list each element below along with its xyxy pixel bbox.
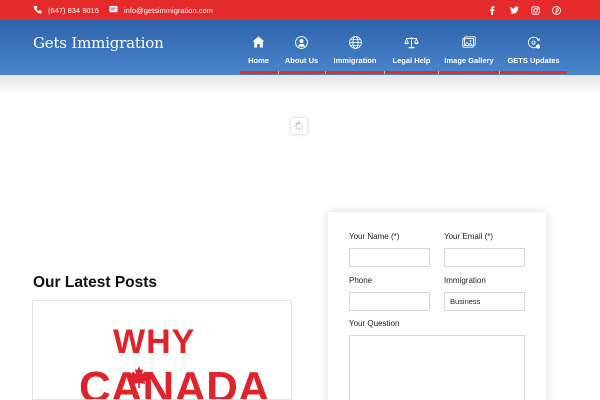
maple-leaf-icon — [127, 365, 151, 394]
site-logo[interactable]: Gets Immigration — [33, 34, 164, 52]
nav-about-us[interactable]: About Us — [278, 20, 325, 74]
scales-icon — [404, 34, 419, 50]
immigration-select[interactable]: Business — [444, 292, 525, 311]
nav-gets-updates[interactable]: GETS Updates — [500, 20, 567, 74]
phone-icon — [33, 1, 42, 19]
loading-spinner-icon — [291, 118, 307, 134]
header-shadow — [0, 75, 600, 97]
email-address: info@getsimmigration.com — [124, 5, 213, 15]
email-input[interactable] — [444, 248, 525, 267]
phone-contact[interactable]: (647) 834 9016 — [33, 4, 99, 16]
nav-divider — [325, 71, 326, 74]
nav-legal-help[interactable]: Legal Help — [385, 20, 438, 74]
nav-active-bar — [240, 71, 567, 74]
nav-label-gets-updates: GETS Updates — [507, 56, 560, 65]
immigration-label: Immigration — [444, 276, 486, 285]
latest-posts-heading: Our Latest Posts — [33, 274, 158, 291]
nav-divider — [499, 71, 500, 74]
nav-divider — [438, 71, 439, 74]
post-card[interactable]: WHY CANADA — [32, 300, 292, 400]
question-textarea[interactable] — [349, 335, 525, 400]
phone-number: (647) 834 9016 — [48, 5, 99, 15]
nav-label-immigration: Immigration — [333, 56, 377, 65]
nav-label-legal-help: Legal Help — [392, 56, 431, 65]
nav-label-home: Home — [248, 56, 269, 65]
post-image-text-canada: CANADA — [79, 363, 270, 400]
phone-input[interactable] — [349, 292, 430, 311]
top-bar: (647) 834 9016 info@getsimmigration.com — [0, 0, 600, 20]
immigration-selected-value: Business — [450, 297, 481, 306]
nav-label-image-gallery: Image Gallery — [444, 56, 494, 65]
email-contact[interactable]: info@getsimmigration.com — [109, 4, 213, 16]
nav-image-gallery[interactable]: Image Gallery — [439, 20, 499, 74]
name-input[interactable] — [349, 248, 430, 267]
nav-divider — [278, 71, 279, 74]
updates-icon — [527, 34, 541, 50]
name-label: Your Name (*) — [349, 232, 400, 241]
email-icon — [109, 1, 118, 19]
twitter-icon[interactable] — [508, 4, 520, 16]
user-icon — [295, 34, 308, 50]
enquiry-form: Your Name (*) Your Email (*) Phone Immig… — [328, 212, 546, 400]
nav-immigration[interactable]: Immigration — [326, 20, 384, 74]
email-label: Your Email (*) — [444, 232, 494, 241]
question-label: Your Question — [349, 319, 400, 328]
instagram-icon[interactable] — [529, 4, 541, 16]
globe-icon — [348, 34, 362, 50]
nav-home[interactable]: Home — [240, 20, 277, 74]
phone-label: Phone — [349, 276, 373, 285]
home-icon — [252, 34, 265, 50]
facebook-icon[interactable] — [486, 4, 498, 16]
pinterest-icon[interactable] — [550, 4, 562, 16]
nav-label-about-us: About Us — [284, 56, 319, 65]
post-image-text-why: WHY — [113, 323, 196, 361]
nav-divider — [384, 71, 385, 74]
gallery-icon — [462, 34, 476, 50]
